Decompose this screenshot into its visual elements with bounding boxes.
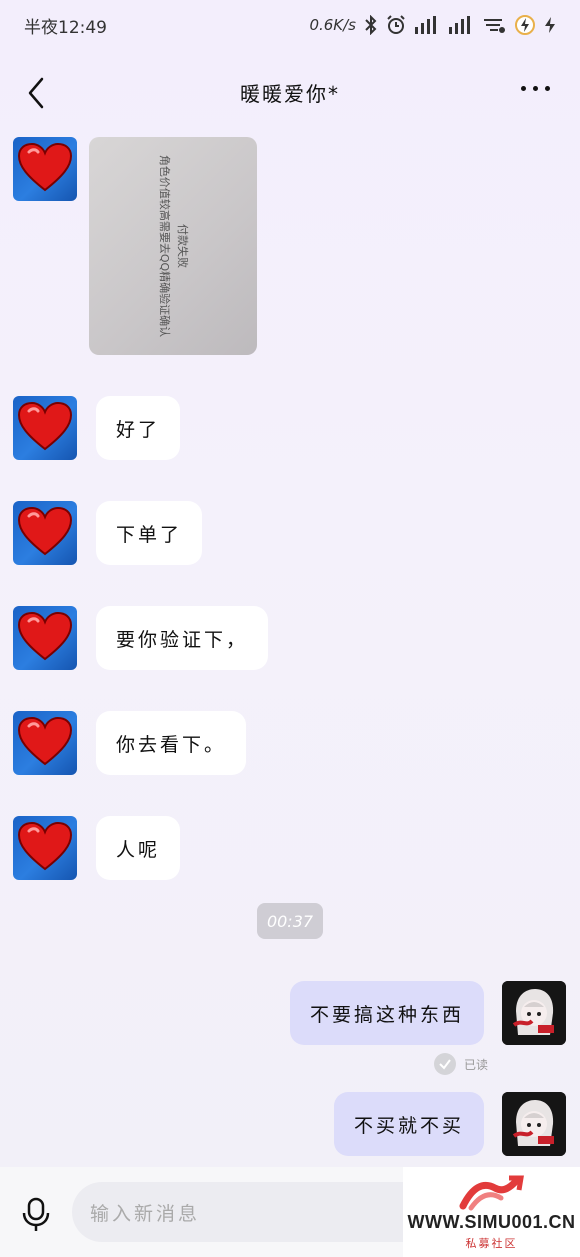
microphone-icon[interactable]	[20, 1197, 52, 1233]
image-text-line1: 付款失败	[176, 223, 190, 268]
contact-avatar[interactable]	[13, 816, 77, 880]
anime-avatar-icon	[502, 1092, 566, 1156]
watermark-url: WWW.SIMU001.CN	[407, 1212, 576, 1232]
contact-avatar[interactable]	[13, 501, 77, 565]
incoming-message-bubble[interactable]: 要你验证下，	[96, 606, 269, 670]
incoming-message-bubble[interactable]: 下单了	[96, 501, 203, 565]
chat-header: 暖暖爱你*	[0, 60, 580, 124]
check-icon	[434, 1053, 456, 1075]
my-avatar[interactable]	[502, 981, 566, 1045]
contact-avatar[interactable]	[13, 711, 77, 775]
heart-icon	[17, 506, 73, 556]
watermark: WWW.SIMU001.CN 私募社区	[403, 1167, 580, 1257]
incoming-message-bubble[interactable]: 你去看下。	[96, 711, 247, 775]
charging-icon	[545, 17, 555, 33]
my-avatar[interactable]	[502, 1092, 566, 1156]
heart-icon	[17, 142, 73, 192]
anime-avatar-icon	[502, 981, 566, 1045]
battery-saver-icon	[515, 15, 535, 35]
contact-avatar[interactable]	[13, 606, 77, 670]
wifi-icon	[484, 19, 505, 33]
message-timestamp: 00:37	[257, 903, 323, 939]
image-text-line2: 角色价值较高需要去QQ精确验证确认	[158, 154, 172, 338]
alarm-icon	[387, 15, 405, 34]
outgoing-message-bubble[interactable]: 不要搞这种东西	[289, 981, 484, 1045]
heart-icon	[17, 716, 73, 766]
status-icons: 0.6K/s	[309, 14, 556, 36]
network-speed: 0.6K/s	[309, 16, 356, 34]
incoming-message-bubble[interactable]: 好了	[96, 396, 181, 460]
outgoing-message-bubble[interactable]: 不买就不买	[333, 1092, 484, 1156]
watermark-logo-icon	[459, 1175, 524, 1211]
heart-icon	[17, 611, 73, 661]
back-arrow-icon[interactable]	[22, 76, 52, 110]
status-time: 半夜12:49	[24, 17, 107, 38]
status-bar: 半夜12:49 0.6K/s	[0, 0, 580, 50]
image-message[interactable]: 付款失败 角色价值较高需要去QQ精确验证确认	[89, 137, 257, 355]
heart-icon	[17, 401, 73, 451]
read-label: 已读	[464, 1057, 489, 1072]
contact-avatar[interactable]	[13, 396, 77, 460]
more-options-icon[interactable]	[521, 86, 550, 91]
read-receipt: 已读	[434, 1053, 488, 1075]
contact-avatar[interactable]	[13, 137, 77, 201]
heart-icon	[17, 821, 73, 871]
incoming-message-bubble[interactable]: 人呢	[96, 816, 181, 880]
bluetooth-icon	[365, 15, 377, 35]
signal-icon	[415, 16, 436, 34]
signal-2-icon	[449, 16, 470, 34]
chat-title[interactable]: 暖暖爱你*	[240, 78, 340, 107]
watermark-sub: 私募社区	[465, 1237, 518, 1250]
